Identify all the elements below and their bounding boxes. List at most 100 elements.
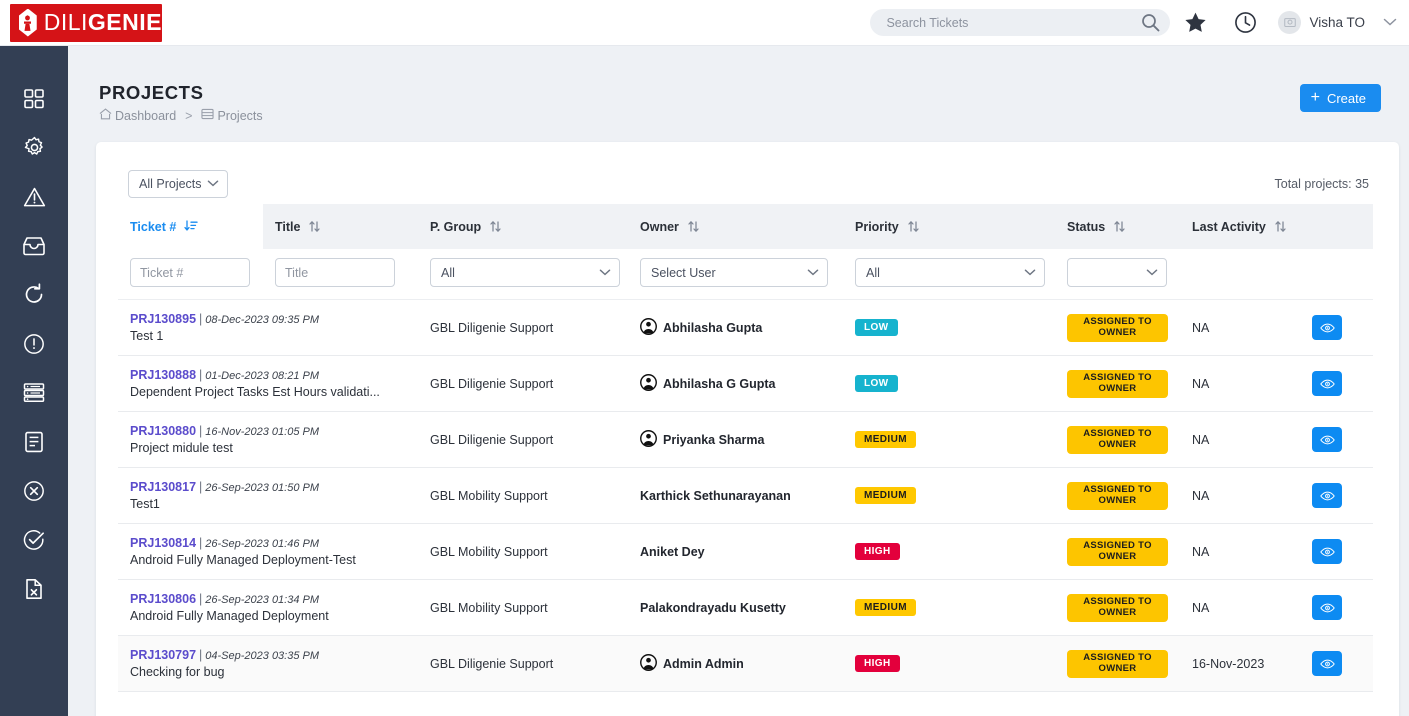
user-name: Visha TO: [1309, 15, 1365, 30]
ticket-link[interactable]: PRJ130797: [130, 648, 196, 662]
sort-toggle-icon[interactable]: [1113, 220, 1126, 235]
sidebar-item-settings[interactable]: [0, 123, 68, 172]
column-header-ticket[interactable]: Ticket #: [118, 204, 263, 249]
view-button[interactable]: [1312, 539, 1342, 564]
ticket-date: 26-Sep-2023 01:50 PM: [205, 482, 319, 494]
filter-priority-select[interactable]: All: [855, 258, 1045, 287]
table-row[interactable]: PRJ130817|26-Sep-2023 01:50 PMTest1GBL M…: [118, 468, 1373, 524]
sort-toggle-icon[interactable]: [489, 220, 502, 235]
filter-cell-status: [1055, 249, 1373, 300]
search-input[interactable]: [870, 15, 1120, 31]
table-row[interactable]: PRJ130806|26-Sep-2023 01:34 PMAndroid Fu…: [118, 580, 1373, 636]
sidebar-item-incidents[interactable]: [0, 172, 68, 221]
grid-dashboard-icon: [23, 88, 45, 110]
create-button[interactable]: + Create: [1300, 84, 1381, 112]
chevron-down-icon: [1146, 268, 1158, 277]
sort-toggle-icon[interactable]: [1274, 220, 1287, 235]
ticket-link[interactable]: PRJ130895: [130, 312, 196, 326]
breadcrumb-label-dashboard: Dashboard: [115, 109, 176, 123]
sidebar-item-changes[interactable]: [0, 270, 68, 319]
sidebar-item-dashboard[interactable]: [0, 74, 68, 123]
filter-cell-title: [263, 249, 418, 300]
view-button[interactable]: [1312, 651, 1342, 676]
table-row[interactable]: PRJ130888|01-Dec-2023 08:21 PMDependent …: [118, 356, 1373, 412]
sidebar-item-archived[interactable]: [0, 564, 68, 613]
view-button[interactable]: [1312, 427, 1342, 452]
filter-ticket-input[interactable]: [130, 258, 250, 287]
column-label-title: Title: [275, 220, 300, 234]
sidebar-item-inbox[interactable]: [0, 221, 68, 270]
cell-owner: Priyanka Sharma: [628, 412, 843, 468]
owner-name: Karthick Sethunarayanan: [640, 489, 791, 503]
sidebar-item-rejected[interactable]: [0, 466, 68, 515]
ticket-link[interactable]: PRJ130888: [130, 368, 196, 382]
chevron-down-icon[interactable]: [1383, 14, 1397, 32]
logo-text-genie: GENIE: [88, 9, 162, 35]
history-button[interactable]: [1220, 11, 1270, 34]
priority-badge: LOW: [855, 319, 898, 336]
filter-owner-select[interactable]: Select User: [640, 258, 828, 287]
search-icon[interactable]: [1141, 13, 1160, 37]
app-logo[interactable]: DILIGENIE: [10, 4, 162, 42]
ticket-date: 04-Sep-2023 03:35 PM: [205, 650, 319, 662]
column-label-owner: Owner: [640, 220, 679, 234]
eye-icon: [1320, 658, 1335, 670]
column-header-priority[interactable]: Priority: [843, 204, 1055, 249]
view-button[interactable]: [1312, 371, 1342, 396]
ticket-link[interactable]: PRJ130806: [130, 592, 196, 606]
clock-icon: [1234, 11, 1257, 34]
status-badge: ASSIGNED TO OWNER: [1067, 370, 1168, 398]
breadcrumb-item-dashboard[interactable]: Dashboard: [99, 108, 176, 123]
sort-toggle-icon[interactable]: [308, 220, 321, 235]
user-avatar-icon: [640, 430, 657, 447]
ticket-link[interactable]: PRJ130814: [130, 536, 196, 550]
eye-icon: [1320, 322, 1335, 334]
view-button[interactable]: [1312, 595, 1342, 620]
create-button-label: Create: [1327, 91, 1366, 106]
cell-actions: [1300, 468, 1373, 524]
view-button[interactable]: [1312, 315, 1342, 340]
cell-ticket: PRJ130817|26-Sep-2023 01:50 PMTest1: [118, 468, 418, 524]
column-label-priority: Priority: [855, 220, 899, 234]
cell-priority: LOW: [843, 300, 1055, 356]
project-scope-select[interactable]: All Projects: [128, 170, 228, 198]
sidebar: [0, 46, 68, 716]
cell-ticket: PRJ130895|08-Dec-2023 09:35 PMTest 1: [118, 300, 418, 356]
filter-status-select[interactable]: [1067, 258, 1167, 287]
sort-desc-icon[interactable]: [184, 220, 198, 234]
status-badge: ASSIGNED TO OWNER: [1067, 650, 1168, 678]
cell-last-activity: NA: [1180, 300, 1300, 356]
favorites-button[interactable]: [1170, 11, 1220, 35]
sidebar-item-knowledge[interactable]: [0, 417, 68, 466]
cell-owner: Abhilasha Gupta: [628, 300, 843, 356]
sort-toggle-icon[interactable]: [907, 220, 920, 235]
user-menu[interactable]: Visha TO: [1278, 11, 1401, 34]
filter-pgroup-select[interactable]: All: [430, 258, 620, 287]
sidebar-item-problems[interactable]: [0, 319, 68, 368]
sidebar-item-approvals[interactable]: [0, 515, 68, 564]
column-header-owner[interactable]: Owner: [628, 204, 843, 249]
search-box[interactable]: [870, 9, 1170, 36]
filter-title-input[interactable]: [275, 258, 395, 287]
table-row[interactable]: PRJ130814|26-Sep-2023 01:46 PMAndroid Fu…: [118, 524, 1373, 580]
column-header-title[interactable]: Title: [263, 204, 418, 249]
ticket-link[interactable]: PRJ130817: [130, 480, 196, 494]
column-header-status[interactable]: Status: [1055, 204, 1180, 249]
chevron-down-icon: [807, 268, 819, 277]
ticket-link[interactable]: PRJ130880: [130, 424, 196, 438]
column-header-last-activity[interactable]: Last Activity: [1180, 204, 1373, 249]
column-header-pgroup[interactable]: P. Group: [418, 204, 628, 249]
breadcrumb: Dashboard > Projects: [99, 108, 263, 123]
sort-toggle-icon[interactable]: [687, 220, 700, 235]
breadcrumb-item-projects[interactable]: Projects: [201, 108, 262, 123]
sidebar-item-assets[interactable]: [0, 368, 68, 417]
table-row[interactable]: PRJ130880|16-Nov-2023 01:05 PMProject mi…: [118, 412, 1373, 468]
cell-status: ASSIGNED TO OWNER: [1055, 300, 1180, 356]
logo-text: DILIGENIE: [44, 11, 162, 34]
cell-last-activity: 16-Nov-2023: [1180, 636, 1300, 692]
table-row[interactable]: PRJ130895|08-Dec-2023 09:35 PMTest 1GBL …: [118, 300, 1373, 356]
cell-ticket: PRJ130814|26-Sep-2023 01:46 PMAndroid Fu…: [118, 524, 418, 580]
view-button[interactable]: [1312, 483, 1342, 508]
column-label-pgroup: P. Group: [430, 220, 481, 234]
table-row[interactable]: PRJ130797|04-Sep-2023 03:35 PMChecking f…: [118, 636, 1373, 692]
